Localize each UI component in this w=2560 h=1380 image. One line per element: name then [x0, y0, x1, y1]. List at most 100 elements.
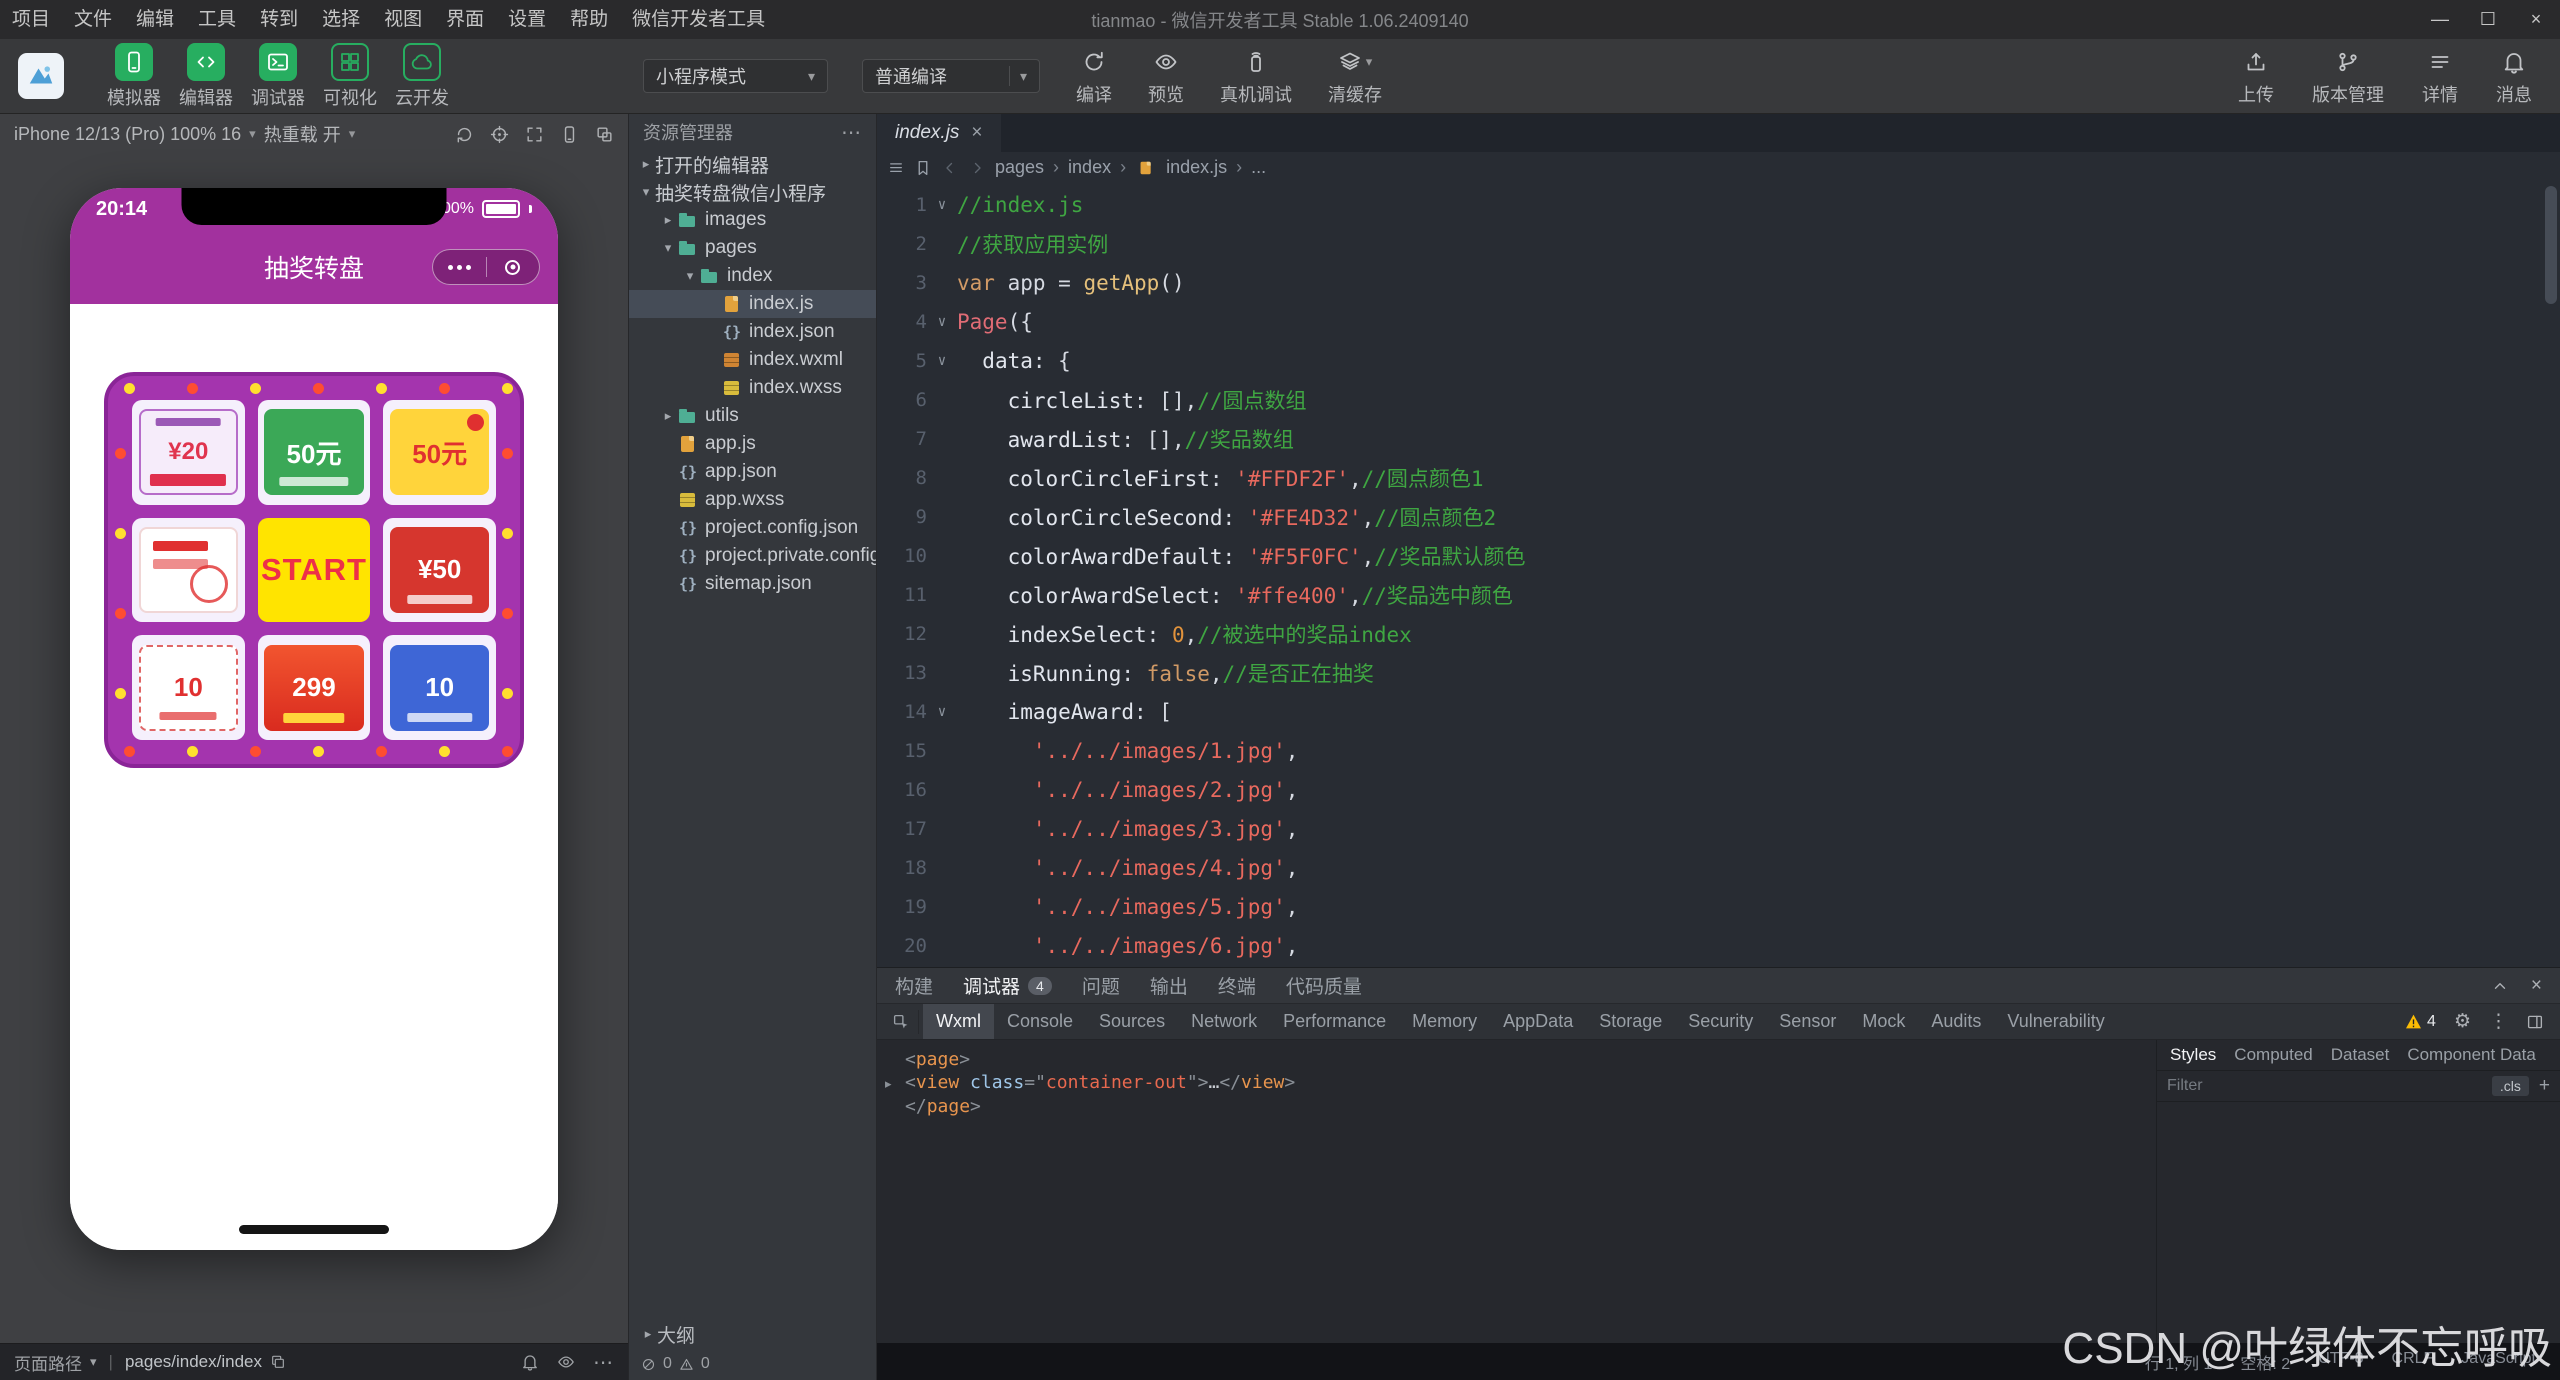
tab-close-icon[interactable]: × [971, 122, 982, 144]
hot-reload-toggle[interactable]: 热重载 开 [264, 121, 341, 147]
panel-tab[interactable]: 输出 [1150, 972, 1188, 999]
editor-button[interactable]: 编辑器 [170, 43, 242, 110]
breadcrumb-item[interactable]: index [1068, 157, 1111, 178]
tree-item[interactable]: ▸images [629, 206, 876, 234]
breadcrumb-item[interactable]: pages [995, 157, 1044, 178]
tree-item[interactable]: index.wxml [629, 346, 876, 374]
styles-tab-dataset[interactable]: Dataset [2322, 1045, 2399, 1065]
rotate-icon[interactable] [455, 125, 474, 144]
devtools-tab-vulnerability[interactable]: Vulnerability [1994, 1004, 2117, 1039]
tree-item[interactable]: index.wxss [629, 374, 876, 402]
tree-item[interactable]: ▾抽奖转盘微信小程序 [629, 178, 876, 206]
devtools-tab-mock[interactable]: Mock [1849, 1004, 1918, 1039]
devtools-tab-wxml[interactable]: Wxml [923, 1004, 994, 1039]
devtools-tab-performance[interactable]: Performance [1270, 1004, 1399, 1039]
menu-item[interactable]: 转到 [248, 0, 310, 39]
panel-tab[interactable]: 构建 [895, 972, 933, 999]
compile-button[interactable]: 编译 [1076, 46, 1112, 107]
devtools-tab-sources[interactable]: Sources [1086, 1004, 1178, 1039]
devtools-tab-network[interactable]: Network [1178, 1004, 1270, 1039]
inspect-icon[interactable] [490, 125, 509, 144]
tree-item[interactable]: {}project.config.json [629, 514, 876, 542]
menu-item[interactable]: 编辑 [124, 0, 186, 39]
problems-status[interactable]: 0 0 [629, 1348, 876, 1380]
menu-item[interactable]: 界面 [434, 0, 496, 39]
dock-side-icon[interactable] [2526, 1013, 2544, 1031]
tree-item[interactable]: app.wxss [629, 486, 876, 514]
forward-icon[interactable] [968, 159, 986, 177]
mode-select[interactable]: 小程序模式 ▾ [643, 59, 828, 93]
menu-item[interactable]: 选择 [310, 0, 372, 39]
tree-item[interactable]: app.js [629, 430, 876, 458]
devtools-tab-security[interactable]: Security [1675, 1004, 1766, 1039]
menu-item[interactable]: 帮助 [558, 0, 620, 39]
tree-item[interactable]: {}app.json [629, 458, 876, 486]
capsule-home-button[interactable] [487, 250, 540, 284]
eye-icon[interactable] [557, 1353, 575, 1371]
copy-icon[interactable] [270, 1354, 286, 1370]
close-panel-icon[interactable]: × [2531, 975, 2542, 997]
breadcrumb-item[interactable]: ... [1251, 157, 1266, 178]
breadcrumb-item[interactable]: index.js [1166, 157, 1227, 178]
fold-icon[interactable]: ∨ [927, 197, 957, 213]
upload-button[interactable]: 上传 [2238, 46, 2274, 107]
inspect-element-icon[interactable] [883, 1010, 919, 1034]
minimize-button[interactable]: — [2416, 0, 2464, 39]
tree-item[interactable]: ▾index [629, 262, 876, 290]
tree-item[interactable]: ▸utils [629, 402, 876, 430]
remote-debug-button[interactable]: 真机调试 [1220, 46, 1292, 107]
filter-input[interactable] [2167, 1077, 2482, 1095]
add-rule-icon[interactable]: + [2539, 1075, 2550, 1097]
panel-tab[interactable]: 问题 [1082, 972, 1120, 999]
fullscreen-icon[interactable] [525, 125, 544, 144]
float-window-icon[interactable] [595, 125, 614, 144]
tree-item[interactable]: ▸打开的编辑器 [629, 150, 876, 178]
kebab-menu-icon[interactable]: ⋮ [2489, 1010, 2508, 1033]
visualization-button[interactable]: 可视化 [314, 43, 386, 110]
device-select[interactable]: iPhone 12/13 (Pro) 100% 16 [14, 124, 241, 145]
devtools-tab-audits[interactable]: Audits [1918, 1004, 1994, 1039]
debugger-button[interactable]: 调试器 [242, 43, 314, 110]
preview-button[interactable]: 预览 [1148, 46, 1184, 107]
clear-cache-button[interactable]: ▾清缓存 [1328, 46, 1382, 107]
fold-icon[interactable]: ∨ [927, 314, 957, 330]
dom-node[interactable]: ▸<view class="container-out">…</view> [885, 1071, 2148, 1095]
back-icon[interactable] [941, 159, 959, 177]
cls-toggle[interactable]: .cls [2492, 1076, 2529, 1096]
tree-arrow-icon[interactable]: ▸ [885, 1072, 905, 1095]
dom-node[interactable]: <page> [885, 1048, 2148, 1071]
panel-tab[interactable]: 终端 [1218, 972, 1256, 999]
menu-item[interactable]: 项目 [0, 0, 62, 39]
panel-tab[interactable]: 代码质量 [1286, 972, 1362, 999]
cloud-dev-button[interactable]: 云开发 [386, 43, 458, 110]
start-button[interactable]: START [258, 518, 371, 623]
tab-index-js[interactable]: index.js × [877, 114, 1001, 152]
maximize-button[interactable]: ☐ [2464, 0, 2512, 39]
tree-item[interactable]: {}index.json [629, 318, 876, 346]
tree-item[interactable]: ▾pages [629, 234, 876, 262]
editor-scrollbar[interactable] [2545, 186, 2557, 304]
tree-item[interactable]: index.js [629, 290, 876, 318]
close-button[interactable]: × [2512, 0, 2560, 39]
dom-node[interactable]: </page> [885, 1095, 2148, 1118]
version-button[interactable]: 版本管理 [2312, 46, 2384, 107]
devtools-tab-sensor[interactable]: Sensor [1766, 1004, 1849, 1039]
capsule-menu-button[interactable] [433, 250, 486, 284]
menu-item[interactable]: 文件 [62, 0, 124, 39]
fold-icon[interactable]: ∨ [927, 704, 957, 720]
settings-gear-icon[interactable]: ⚙ [2454, 1010, 2471, 1033]
menu-item[interactable]: 工具 [186, 0, 248, 39]
menu-item[interactable]: 视图 [372, 0, 434, 39]
more-icon[interactable]: ⋯ [593, 1350, 614, 1375]
devtools-tab-appdata[interactable]: AppData [1490, 1004, 1586, 1039]
styles-tab-styles[interactable]: Styles [2161, 1045, 2225, 1065]
details-button[interactable]: 详情 [2422, 46, 2458, 107]
more-icon[interactable]: ⋯ [841, 120, 862, 145]
outline-section[interactable]: ▸ 大纲 [629, 1320, 876, 1348]
fold-icon[interactable]: ∨ [927, 353, 957, 369]
bookmark-icon[interactable] [914, 159, 932, 177]
styles-tab-computed[interactable]: Computed [2225, 1045, 2321, 1065]
warning-badge[interactable]: 4 [2405, 1013, 2436, 1031]
menu-item[interactable]: 设置 [496, 0, 558, 39]
device-icon[interactable] [560, 125, 579, 144]
